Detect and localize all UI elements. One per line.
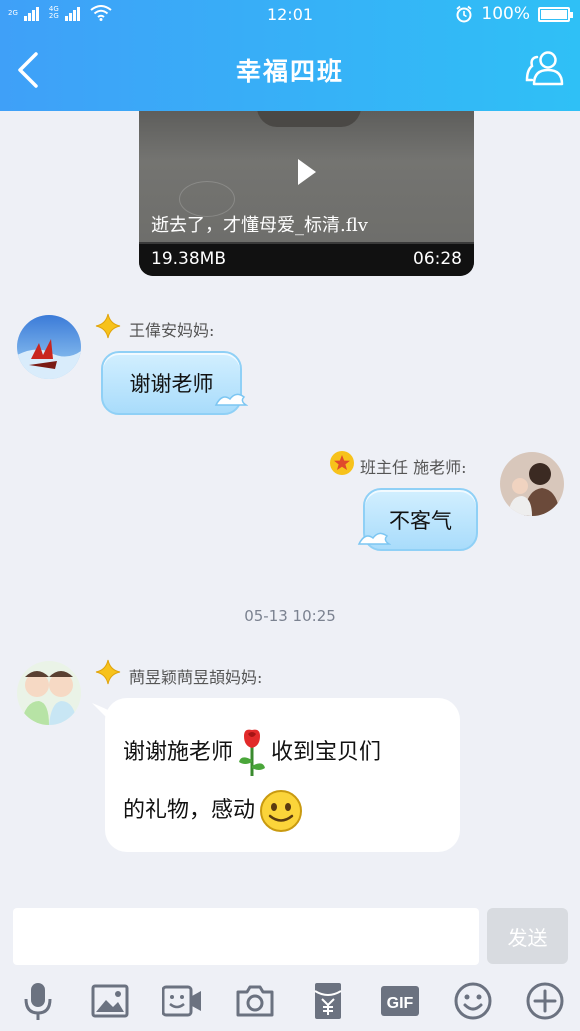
message-text: 谢谢施老师: [123, 740, 234, 765]
send-button[interactable]: 发送: [487, 908, 568, 964]
battery-percent: 100%: [481, 4, 530, 24]
timestamp: 05-13 10:25: [244, 607, 336, 625]
rose-emoji-icon: [239, 729, 266, 776]
star-badge-icon: [330, 451, 354, 475]
message-text: 的礼物，感动: [123, 798, 256, 823]
play-icon[interactable]: [298, 159, 316, 185]
video-info-bar: 19.38MB 06:28: [139, 244, 474, 276]
video-icon: [161, 985, 201, 1017]
input-area: 发送 GIF: [0, 901, 580, 1031]
star-badge-icon: [95, 659, 121, 685]
message-text: 谢谢老师: [129, 372, 214, 396]
emoji-icon: [454, 982, 492, 1020]
alarm-icon: [456, 5, 472, 23]
voice-button[interactable]: [18, 981, 58, 1021]
video-button[interactable]: [161, 981, 202, 1021]
video-thumbnail: 逝去了，才懂母爱_标清.flv: [139, 111, 474, 242]
more-button[interactable]: [525, 981, 565, 1021]
wave-decoration-icon: [357, 532, 391, 545]
message-text: 不客气: [389, 508, 452, 533]
avatar[interactable]: [17, 315, 81, 379]
battery-icon: [538, 6, 573, 22]
star-badge-icon: [95, 313, 121, 339]
group-members-button[interactable]: [524, 48, 566, 90]
red-packet-button[interactable]: [308, 981, 348, 1021]
message-text: 收到宝贝们: [271, 740, 382, 765]
avatar[interactable]: [500, 452, 564, 516]
chat-area[interactable]: 逝去了，才懂母爱_标清.flv 19.38MB 06:28 王偉安妈妈: 谢谢老…: [0, 111, 580, 901]
group-members-icon: [525, 51, 564, 86]
video-filename: 逝去了，才懂母爱_标清.flv: [151, 215, 368, 236]
sender-name: 班主任 施老师:: [360, 458, 467, 477]
top-bar: 2G 4G 2G 12:01 100% 幸福四班: [0, 0, 580, 111]
video-duration: 06:28: [413, 249, 462, 269]
video-size: 19.38MB: [151, 249, 226, 269]
message-input[interactable]: [13, 908, 479, 965]
page-title: 幸福四班: [235, 57, 344, 86]
camera-icon: [236, 985, 274, 1017]
gif-label: GIF: [387, 995, 414, 1012]
plus-icon: [526, 982, 564, 1020]
nav-row: 幸福四班: [0, 40, 580, 100]
microphone-icon: [24, 983, 52, 1020]
red-packet-icon: [314, 983, 342, 1019]
message-bubble[interactable]: 谢谢施老师 收到宝贝们 的礼物，感动: [105, 698, 460, 852]
wave-decoration-icon: [214, 393, 248, 406]
image-button[interactable]: [90, 981, 130, 1021]
gif-icon: GIF: [381, 986, 419, 1016]
video-message[interactable]: 逝去了，才懂母爱_标清.flv 19.38MB 06:28: [139, 111, 474, 276]
smile-emoji-icon: [260, 790, 303, 832]
emoji-button[interactable]: [453, 981, 493, 1021]
sender-name: 蔄昱颖蔄昱頡妈妈:: [129, 668, 263, 687]
avatar[interactable]: [17, 661, 81, 725]
gif-button[interactable]: GIF: [380, 981, 420, 1021]
status-bar: 2G 4G 2G 12:01 100%: [0, 0, 580, 30]
status-right: 100%: [455, 4, 573, 24]
image-icon: [91, 984, 129, 1018]
camera-button[interactable]: [235, 981, 275, 1021]
sender-name: 王偉安妈妈:: [129, 321, 215, 340]
toolbar: GIF: [0, 981, 580, 1023]
